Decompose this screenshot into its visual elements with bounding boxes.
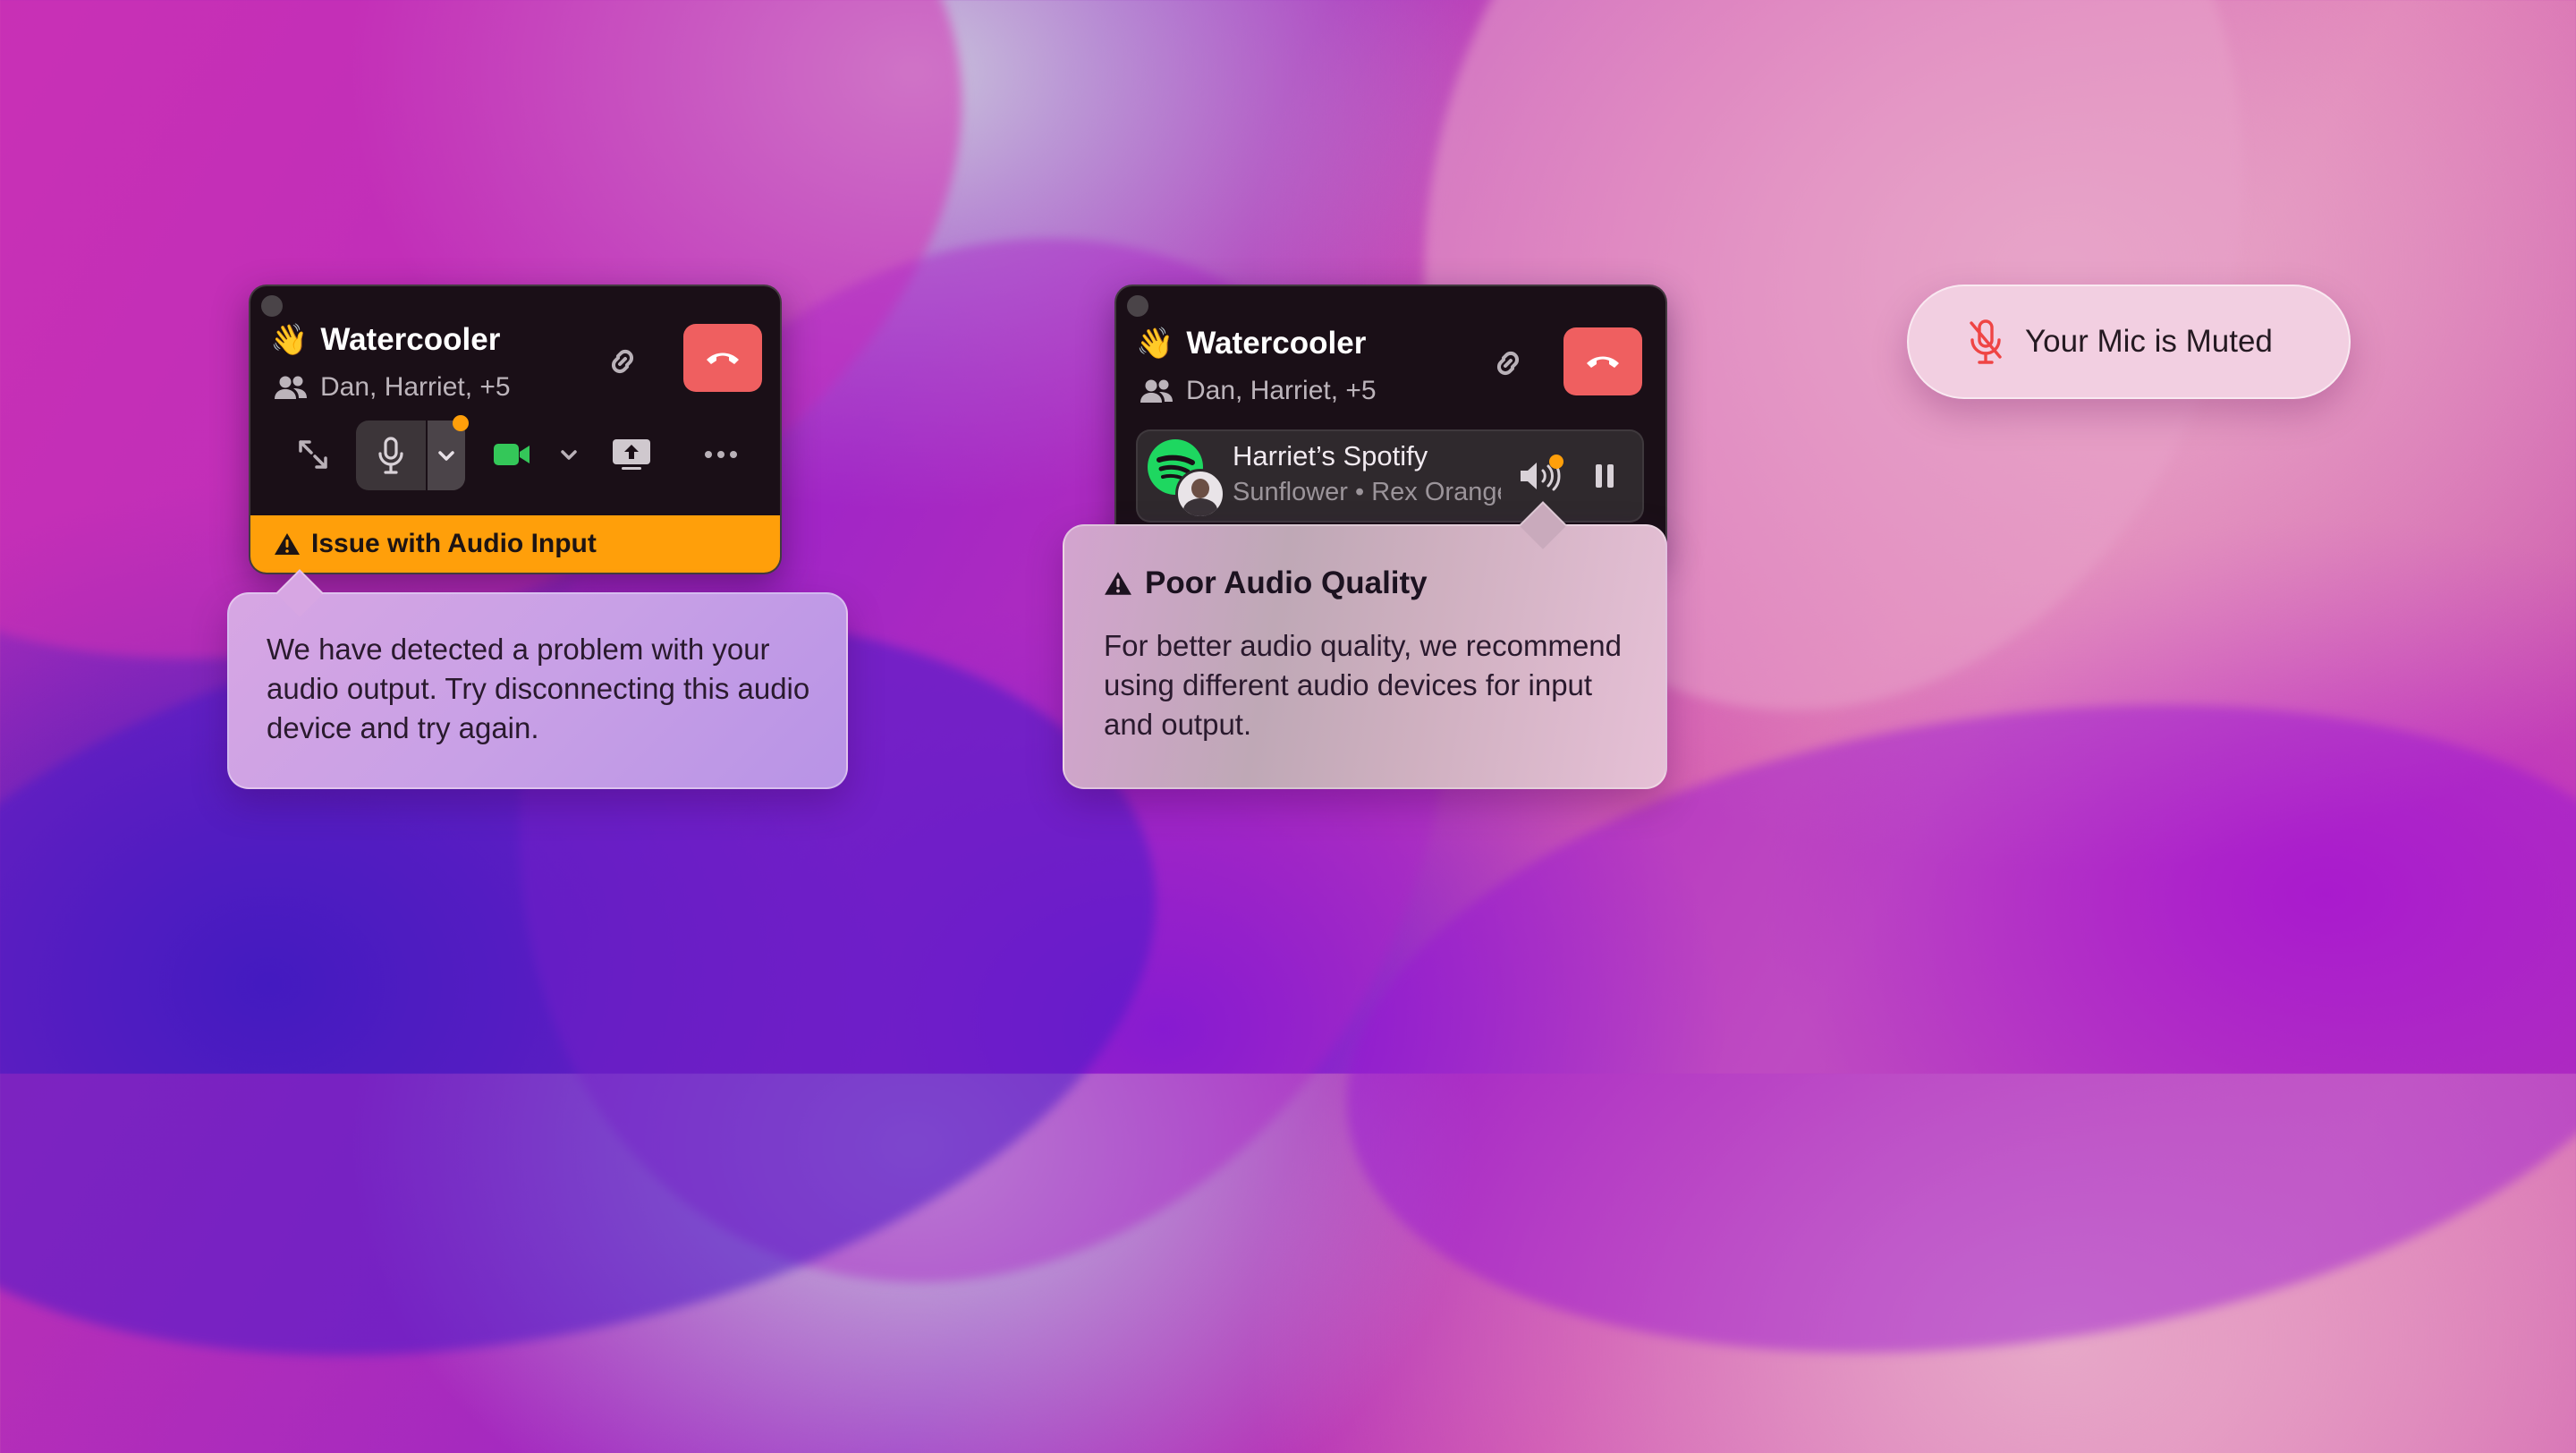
people-icon bbox=[275, 376, 307, 399]
camera-button[interactable] bbox=[485, 428, 538, 481]
link-icon bbox=[611, 349, 634, 374]
room-title: Watercooler bbox=[320, 322, 501, 357]
shared-media-row[interactable]: Harriet’s Spotify Sunflower • Rex Orange… bbox=[1136, 429, 1644, 523]
participants-row: Dan, Harriet, +5 bbox=[1140, 376, 1377, 406]
call-widget-left: 👋 Watercooler Dan, Harriet, +5 Issue wit… bbox=[249, 285, 782, 574]
people-icon bbox=[1140, 379, 1173, 403]
expand-button[interactable] bbox=[286, 428, 340, 481]
call-widget-right: 👋 Watercooler Dan, Harriet, +5 Harriet’s… bbox=[1114, 285, 1667, 557]
end-call-button[interactable] bbox=[683, 324, 762, 392]
tooltip-title: Poor Audio Quality bbox=[1145, 565, 1428, 600]
participants-row: Dan, Harriet, +5 bbox=[274, 372, 511, 403]
screen-share-button[interactable] bbox=[603, 428, 660, 481]
participants-label: Dan, Harriet, +5 bbox=[1186, 376, 1377, 405]
end-call-icon bbox=[1587, 356, 1619, 368]
link-icon bbox=[1496, 351, 1520, 376]
audio-quality-tooltip: Poor Audio Quality For better audio qual… bbox=[1063, 501, 1667, 789]
call-title-row: 👋 Watercooler bbox=[1136, 326, 1366, 361]
room-title: Watercooler bbox=[1186, 326, 1367, 361]
pause-icon bbox=[1596, 464, 1614, 488]
more-icon bbox=[705, 451, 737, 458]
copy-link-button[interactable] bbox=[594, 333, 651, 390]
call-controls bbox=[250, 415, 780, 492]
chevron-down-icon bbox=[438, 451, 454, 461]
wave-emoji: 👋 bbox=[1136, 327, 1174, 361]
banner-label: Issue with Audio Input bbox=[311, 529, 597, 558]
tooltip-header: Poor Audio Quality bbox=[1104, 564, 1428, 603]
wave-emoji: 👋 bbox=[270, 323, 309, 357]
mic-control-group bbox=[356, 415, 469, 490]
mic-button[interactable] bbox=[356, 421, 426, 490]
mic-muted-label: Your Mic is Muted bbox=[2025, 324, 2273, 359]
more-button[interactable] bbox=[694, 428, 748, 481]
close-window-button[interactable] bbox=[261, 295, 283, 317]
mic-icon bbox=[378, 437, 403, 474]
end-call-button[interactable] bbox=[1563, 327, 1642, 395]
close-window-button[interactable] bbox=[1127, 295, 1148, 317]
mic-muted-pill[interactable]: Your Mic is Muted bbox=[1907, 285, 2351, 399]
mic-alert-dot bbox=[453, 415, 469, 431]
copy-link-button[interactable] bbox=[1479, 335, 1537, 392]
end-call-icon bbox=[707, 353, 739, 364]
tooltip-body: For better audio quality, we recommend u… bbox=[1104, 629, 1622, 741]
output-alert-dot bbox=[1549, 455, 1563, 469]
chevron-down-icon bbox=[561, 450, 577, 460]
media-subtitle: Sunflower • Rex Orange County bbox=[1233, 478, 1501, 506]
audio-input-tooltip: We have detected a problem with your aud… bbox=[227, 569, 848, 789]
tooltip-body: We have detected a problem with your aud… bbox=[267, 633, 810, 744]
mic-muted-icon bbox=[1970, 319, 2002, 364]
camera-options-button[interactable] bbox=[551, 437, 587, 472]
avatar bbox=[1175, 469, 1225, 519]
call-title-row: 👋 Watercooler bbox=[270, 322, 500, 358]
camera-icon bbox=[494, 444, 530, 465]
screen-share-icon bbox=[613, 439, 650, 470]
media-title: Harriet’s Spotify bbox=[1233, 440, 1428, 472]
speaker-button[interactable] bbox=[1513, 449, 1567, 503]
audio-issue-banner[interactable]: Issue with Audio Input bbox=[250, 515, 780, 573]
pause-button[interactable] bbox=[1578, 449, 1631, 503]
warning-icon bbox=[275, 533, 300, 555]
warning-icon bbox=[1105, 572, 1131, 595]
expand-icon bbox=[299, 440, 327, 469]
participants-label: Dan, Harriet, +5 bbox=[320, 372, 511, 402]
